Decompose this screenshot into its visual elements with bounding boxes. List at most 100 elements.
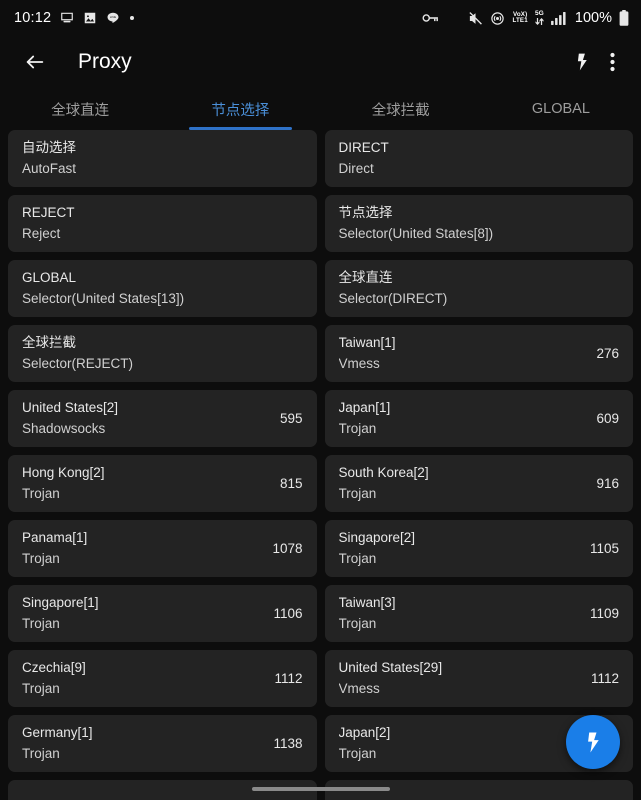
proxy-type: Selector(DIRECT) <box>338 290 448 306</box>
proxy-card[interactable]: REJECT Reject <box>8 195 317 252</box>
proxy-card-text: DIRECT Direct <box>339 139 389 177</box>
tab-node-select[interactable]: 节点选择 <box>160 88 320 130</box>
proxy-card[interactable]: Singapore[1] Trojan 1106 <box>8 585 317 642</box>
proxy-card[interactable]: 自动选择 AutoFast <box>8 130 317 187</box>
proxy-card[interactable]: United States[2] Shadowsocks 595 <box>8 390 317 447</box>
proxy-type: Selector(United States[13]) <box>22 290 185 306</box>
vpn-key-icon <box>422 11 439 25</box>
proxy-name: 节点选择 <box>338 205 393 221</box>
cast-screen-icon <box>60 11 74 25</box>
battery-percent-label: 100% <box>574 10 612 26</box>
proxy-card-text: Taiwan[1] Vmess <box>339 334 396 372</box>
proxy-type: Trojan <box>22 550 60 566</box>
proxy-type: Trojan <box>338 550 377 566</box>
speedtest-fab[interactable] <box>566 715 620 769</box>
proxy-name: Germany[1] <box>22 725 93 741</box>
proxy-name: GLOBAL <box>22 270 77 286</box>
data-arrows-icon <box>535 17 544 25</box>
proxy-card-text: South Korea[2] Trojan <box>339 464 429 502</box>
overflow-menu-button[interactable] <box>599 42 625 82</box>
svg-text:LINE: LINE <box>110 15 117 19</box>
proxy-name: Japan[2] <box>338 725 391 741</box>
proxy-type: Trojan <box>338 745 377 761</box>
proxy-type: Reject <box>22 225 61 241</box>
proxy-card-text: 全球直连 Selector(DIRECT) <box>339 269 448 307</box>
proxy-grid: 自动选择 AutoFast DIRECT Direct REJECT Reject 节点选择… <box>0 130 641 800</box>
proxy-card[interactable]: Czechia[9] Trojan 1112 <box>8 650 317 707</box>
tab-bar: 全球直连 节点选择 全球拦截 GLOBAL <box>0 88 641 130</box>
hotspot-icon <box>490 11 505 26</box>
proxy-delay: 1078 <box>272 541 303 556</box>
proxy-type: Direct <box>338 160 374 176</box>
proxy-name: Japan[1] <box>338 400 391 416</box>
proxy-name: United States[2] <box>22 400 119 416</box>
tab-global-direct[interactable]: 全球直连 <box>0 88 160 130</box>
proxy-type: Trojan <box>338 615 377 631</box>
proxy-card-text: United States[2] Shadowsocks <box>22 399 118 437</box>
proxy-name: 全球直连 <box>338 270 393 286</box>
proxy-card[interactable]: Hong Kong[2] Trojan 815 <box>8 455 317 512</box>
back-arrow-icon <box>26 55 44 69</box>
proxy-card[interactable]: Singapore[2] Trojan 1105 <box>324 520 633 577</box>
proxy-name: 全球拦截 <box>22 335 76 351</box>
battery-icon <box>619 10 629 26</box>
tab-global-block[interactable]: 全球拦截 <box>321 88 481 130</box>
proxy-name: Singapore[1] <box>22 595 99 611</box>
proxy-card[interactable]: 全球拦截 Selector(REJECT) <box>8 325 317 382</box>
proxy-delay: 276 <box>596 346 619 361</box>
proxy-card-text: 全球拦截 Selector(REJECT) <box>22 334 133 372</box>
proxy-name: 自动选择 <box>22 140 76 156</box>
signal-bars-icon <box>550 11 566 25</box>
proxy-card[interactable]: GLOBAL Selector(United States[13]) <box>8 260 317 317</box>
proxy-delay: 1105 <box>589 541 619 556</box>
status-bar-right: VoX) LTE1 5G 100% <box>422 10 629 26</box>
proxy-card-text: Panama[1] Trojan <box>22 529 87 567</box>
proxy-card[interactable]: Panama[1] Trojan 1078 <box>8 520 317 577</box>
proxy-delay: 1112 <box>590 671 619 686</box>
app-toolbar: Proxy <box>0 36 641 88</box>
network-type-label: 5G <box>535 10 544 18</box>
proxy-type: Trojan <box>22 745 60 761</box>
proxy-card[interactable]: Germany[1] Trojan 1138 <box>8 715 317 772</box>
proxy-type: Selector(REJECT) <box>22 355 134 371</box>
proxy-type: Vmess <box>338 680 380 696</box>
proxy-type: Trojan <box>338 420 377 436</box>
ringer-muted-icon <box>468 11 483 26</box>
proxy-type: Shadowsocks <box>22 420 106 436</box>
proxy-type: Trojan <box>22 615 60 631</box>
proxy-card-text: United States[29] Vmess <box>339 659 443 697</box>
proxy-card-text: Taiwan[3] Trojan <box>339 594 396 632</box>
proxy-card-text: 自动选择 AutoFast <box>22 139 76 177</box>
more-vertical-icon <box>609 52 615 72</box>
proxy-name: REJECT <box>22 205 75 221</box>
proxy-type: Trojan <box>22 485 60 501</box>
proxy-delay: 916 <box>596 476 619 491</box>
proxy-card[interactable]: Taiwan[1] Vmess 276 <box>324 325 633 382</box>
proxy-type: Vmess <box>338 355 380 371</box>
lightning-bolt-icon <box>588 732 599 752</box>
proxy-card[interactable]: South Korea[2] Trojan 916 <box>324 455 633 512</box>
volte-indicator: VoX) LTE1 <box>512 11 527 24</box>
dot-icon <box>129 15 135 21</box>
proxy-type: Trojan <box>22 680 60 696</box>
proxy-name: DIRECT <box>338 140 389 156</box>
proxy-card[interactable]: 全球直连 Selector(DIRECT) <box>324 260 633 317</box>
proxy-card[interactable]: Japan[1] Trojan 609 <box>324 390 633 447</box>
proxy-list-scroll[interactable]: 自动选择 AutoFast DIRECT Direct REJECT Reject 节点选择… <box>0 130 641 800</box>
proxy-card-text: GLOBAL Selector(United States[13]) <box>22 269 184 307</box>
proxy-card[interactable]: DIRECT Direct <box>324 130 633 187</box>
proxy-delay: 609 <box>596 411 619 426</box>
tab-global[interactable]: GLOBAL <box>481 88 641 130</box>
back-button[interactable] <box>18 42 52 82</box>
status-bar-clock: 10:12 <box>14 10 52 26</box>
proxy-card[interactable]: 节点选择 Selector(United States[8]) <box>324 195 633 252</box>
proxy-card[interactable]: Taiwan[3] Trojan 1109 <box>324 585 633 642</box>
proxy-name: South Korea[2] <box>338 465 429 481</box>
proxy-card[interactable]: United States[29] Vmess 1112 <box>324 650 633 707</box>
speedtest-button[interactable] <box>565 42 599 82</box>
lightning-bolt-icon <box>577 53 587 71</box>
home-gesture-pill[interactable] <box>251 787 390 791</box>
page-title: Proxy <box>78 50 132 73</box>
proxy-card-text: Japan[2] Trojan <box>339 724 391 762</box>
proxy-name: Taiwan[3] <box>338 595 396 611</box>
